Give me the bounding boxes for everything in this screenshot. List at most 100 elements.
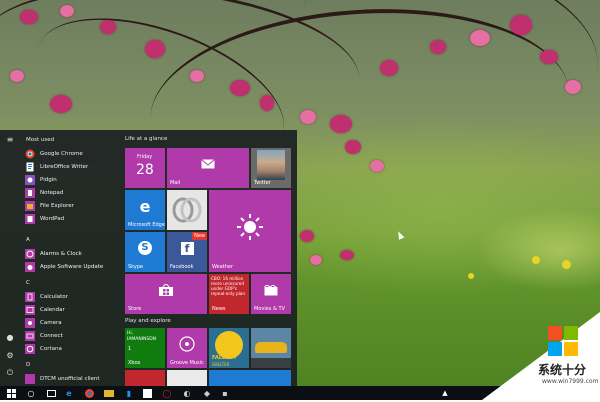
app-taskbar-icon-2[interactable]: ◐	[182, 388, 192, 398]
camera-icon	[25, 317, 35, 328]
wordpad-icon	[25, 213, 35, 224]
task-view-icon[interactable]	[46, 388, 56, 398]
app-libreoffice-writer[interactable]: LibreOffice Writer	[25, 160, 122, 173]
app-calculator[interactable]: Calculator	[25, 290, 122, 303]
calculator-icon	[25, 291, 35, 302]
hamburger-menu-icon[interactable]: ≡	[5, 134, 15, 144]
store-bag-icon	[125, 274, 207, 306]
calendar-icon	[25, 304, 35, 315]
tile-store[interactable]: Store	[125, 274, 207, 314]
start-menu: ≡ ● ⚙ ⏻ Most used Google Chrome LibreOff…	[0, 130, 297, 386]
fallout-sublabel: SHELTER	[212, 362, 230, 367]
tile-fallout-shelter[interactable]: FALLOUT SHELTER	[209, 328, 249, 368]
app-label: WordPad	[40, 215, 65, 222]
app-pidgin[interactable]: Pidgin	[25, 173, 122, 186]
tile-groove-music[interactable]: Groove Music	[167, 328, 207, 368]
app-label: Calendar	[40, 306, 65, 313]
tile-facebook[interactable]: New f Facebook	[167, 232, 207, 272]
app-notepad[interactable]: Notepad	[25, 186, 122, 199]
app-dtcm-client[interactable]: DTCM unofficial client	[25, 372, 122, 385]
tile-xbox[interactable]: Hi, IAMANINSDN 1 Xbox	[125, 328, 165, 368]
dtcm-icon	[25, 373, 35, 384]
race-car-image	[255, 342, 287, 353]
tile-microsoft-edge[interactable]: e Microsoft Edge	[125, 190, 165, 230]
store-taskbar-icon[interactable]	[142, 388, 152, 398]
app-label: Apple Software Update	[40, 263, 104, 270]
app-label: Calculator	[40, 293, 68, 300]
microsoft-logo-icon	[548, 326, 578, 356]
group-header-life-at-a-glance[interactable]: Life at a glance	[125, 136, 167, 142]
tile-photos[interactable]	[167, 190, 207, 230]
section-header-c[interactable]: C	[26, 280, 30, 286]
tile-partial-3[interactable]	[209, 370, 291, 386]
power-icon[interactable]: ⏻	[5, 368, 15, 378]
tile-twitter[interactable]: Twitter	[251, 148, 291, 188]
user-icon[interactable]: ●	[5, 332, 15, 342]
skype-icon: S	[125, 232, 165, 264]
tile-skype[interactable]: S Skype	[125, 232, 165, 272]
notepad-icon	[25, 187, 35, 198]
section-header-a[interactable]: A	[26, 237, 30, 243]
edge-icon: e	[139, 196, 151, 216]
app-connect[interactable]: Connect	[25, 329, 122, 342]
mail-icon	[167, 148, 249, 180]
watermark-logo: 系统十分 www.win7999.com	[482, 312, 600, 400]
app-file-explorer[interactable]: File Explorer	[25, 199, 122, 212]
tile-label: News	[212, 306, 226, 312]
start-button[interactable]	[6, 388, 16, 398]
cortana-icon	[25, 343, 35, 354]
tile-weather[interactable]: Weather	[209, 190, 291, 272]
app-taskbar-icon-1[interactable]: ▮	[124, 388, 134, 398]
app-taskbar-icon-4[interactable]: ▪	[220, 388, 230, 398]
connect-icon	[25, 330, 35, 341]
settings-gear-icon[interactable]: ⚙	[5, 350, 15, 360]
app-apple-software-update[interactable]: Apple Software Update	[25, 260, 122, 273]
app-alarms-clock[interactable]: Alarms & Clock	[25, 247, 122, 260]
tile-partial-2[interactable]	[167, 370, 207, 386]
calendar-date: 28	[136, 162, 154, 178]
app-taskbar-icon-3[interactable]: ◆	[202, 388, 212, 398]
app-label: DTCM unofficial client	[40, 375, 100, 382]
start-rail: ≡ ● ⚙ ⏻	[0, 130, 20, 386]
opera-taskbar-icon[interactable]: ◯	[162, 388, 172, 398]
tile-news[interactable]: CBO: 16 million more uninsured under GOP…	[209, 274, 249, 314]
app-google-chrome[interactable]: Google Chrome	[25, 147, 122, 160]
app-label: LibreOffice Writer	[40, 163, 89, 170]
app-calendar[interactable]: Calendar	[25, 303, 122, 316]
tile-calendar[interactable]: Friday 28	[125, 148, 165, 188]
tile-movies-tv[interactable]: Movies & TV	[251, 274, 291, 314]
app-camera[interactable]: Camera	[25, 316, 122, 329]
sun-icon	[209, 190, 291, 264]
tile-mail[interactable]: Mail	[167, 148, 249, 188]
windows-logo-icon	[6, 388, 16, 398]
apple-update-icon	[25, 261, 35, 272]
app-label: Google Chrome	[40, 150, 83, 157]
app-label: Cortana	[40, 345, 62, 352]
tray-notification-icon[interactable]: ▲	[440, 388, 450, 398]
tile-area: Life at a glance Friday 28 Mail Twitter …	[122, 130, 297, 386]
chrome-icon	[25, 149, 35, 159]
app-cortana[interactable]: Cortana	[25, 342, 122, 355]
chrome-taskbar-icon[interactable]	[84, 388, 94, 398]
tile-label: Mail	[170, 180, 181, 186]
section-header-d[interactable]: D	[26, 362, 30, 368]
tile-partial-1[interactable]	[125, 370, 165, 386]
road-image	[251, 358, 291, 368]
cortana-search-icon[interactable]: ○	[26, 388, 36, 398]
app-label: Pidgin	[40, 176, 57, 183]
news-headline: CBO: 16 million more uninsured under GOP…	[211, 276, 245, 296]
tile-label: Groove Music	[170, 360, 204, 366]
tile-racing-game[interactable]	[251, 328, 291, 368]
film-icon	[251, 274, 291, 306]
edge-taskbar-icon[interactable]: e	[64, 388, 74, 398]
app-wordpad[interactable]: WordPad	[25, 212, 122, 225]
profile-photo	[257, 150, 285, 180]
app-label: Camera	[40, 319, 62, 326]
folder-icon	[25, 200, 35, 211]
group-header-play-and-explore[interactable]: Play and explore	[125, 318, 171, 324]
app-label: Connect	[40, 332, 63, 339]
watermark-badge-shape	[482, 312, 600, 400]
tile-label: Facebook	[170, 264, 194, 270]
file-explorer-taskbar-icon[interactable]	[104, 388, 114, 398]
tile-label: Weather	[212, 264, 234, 270]
